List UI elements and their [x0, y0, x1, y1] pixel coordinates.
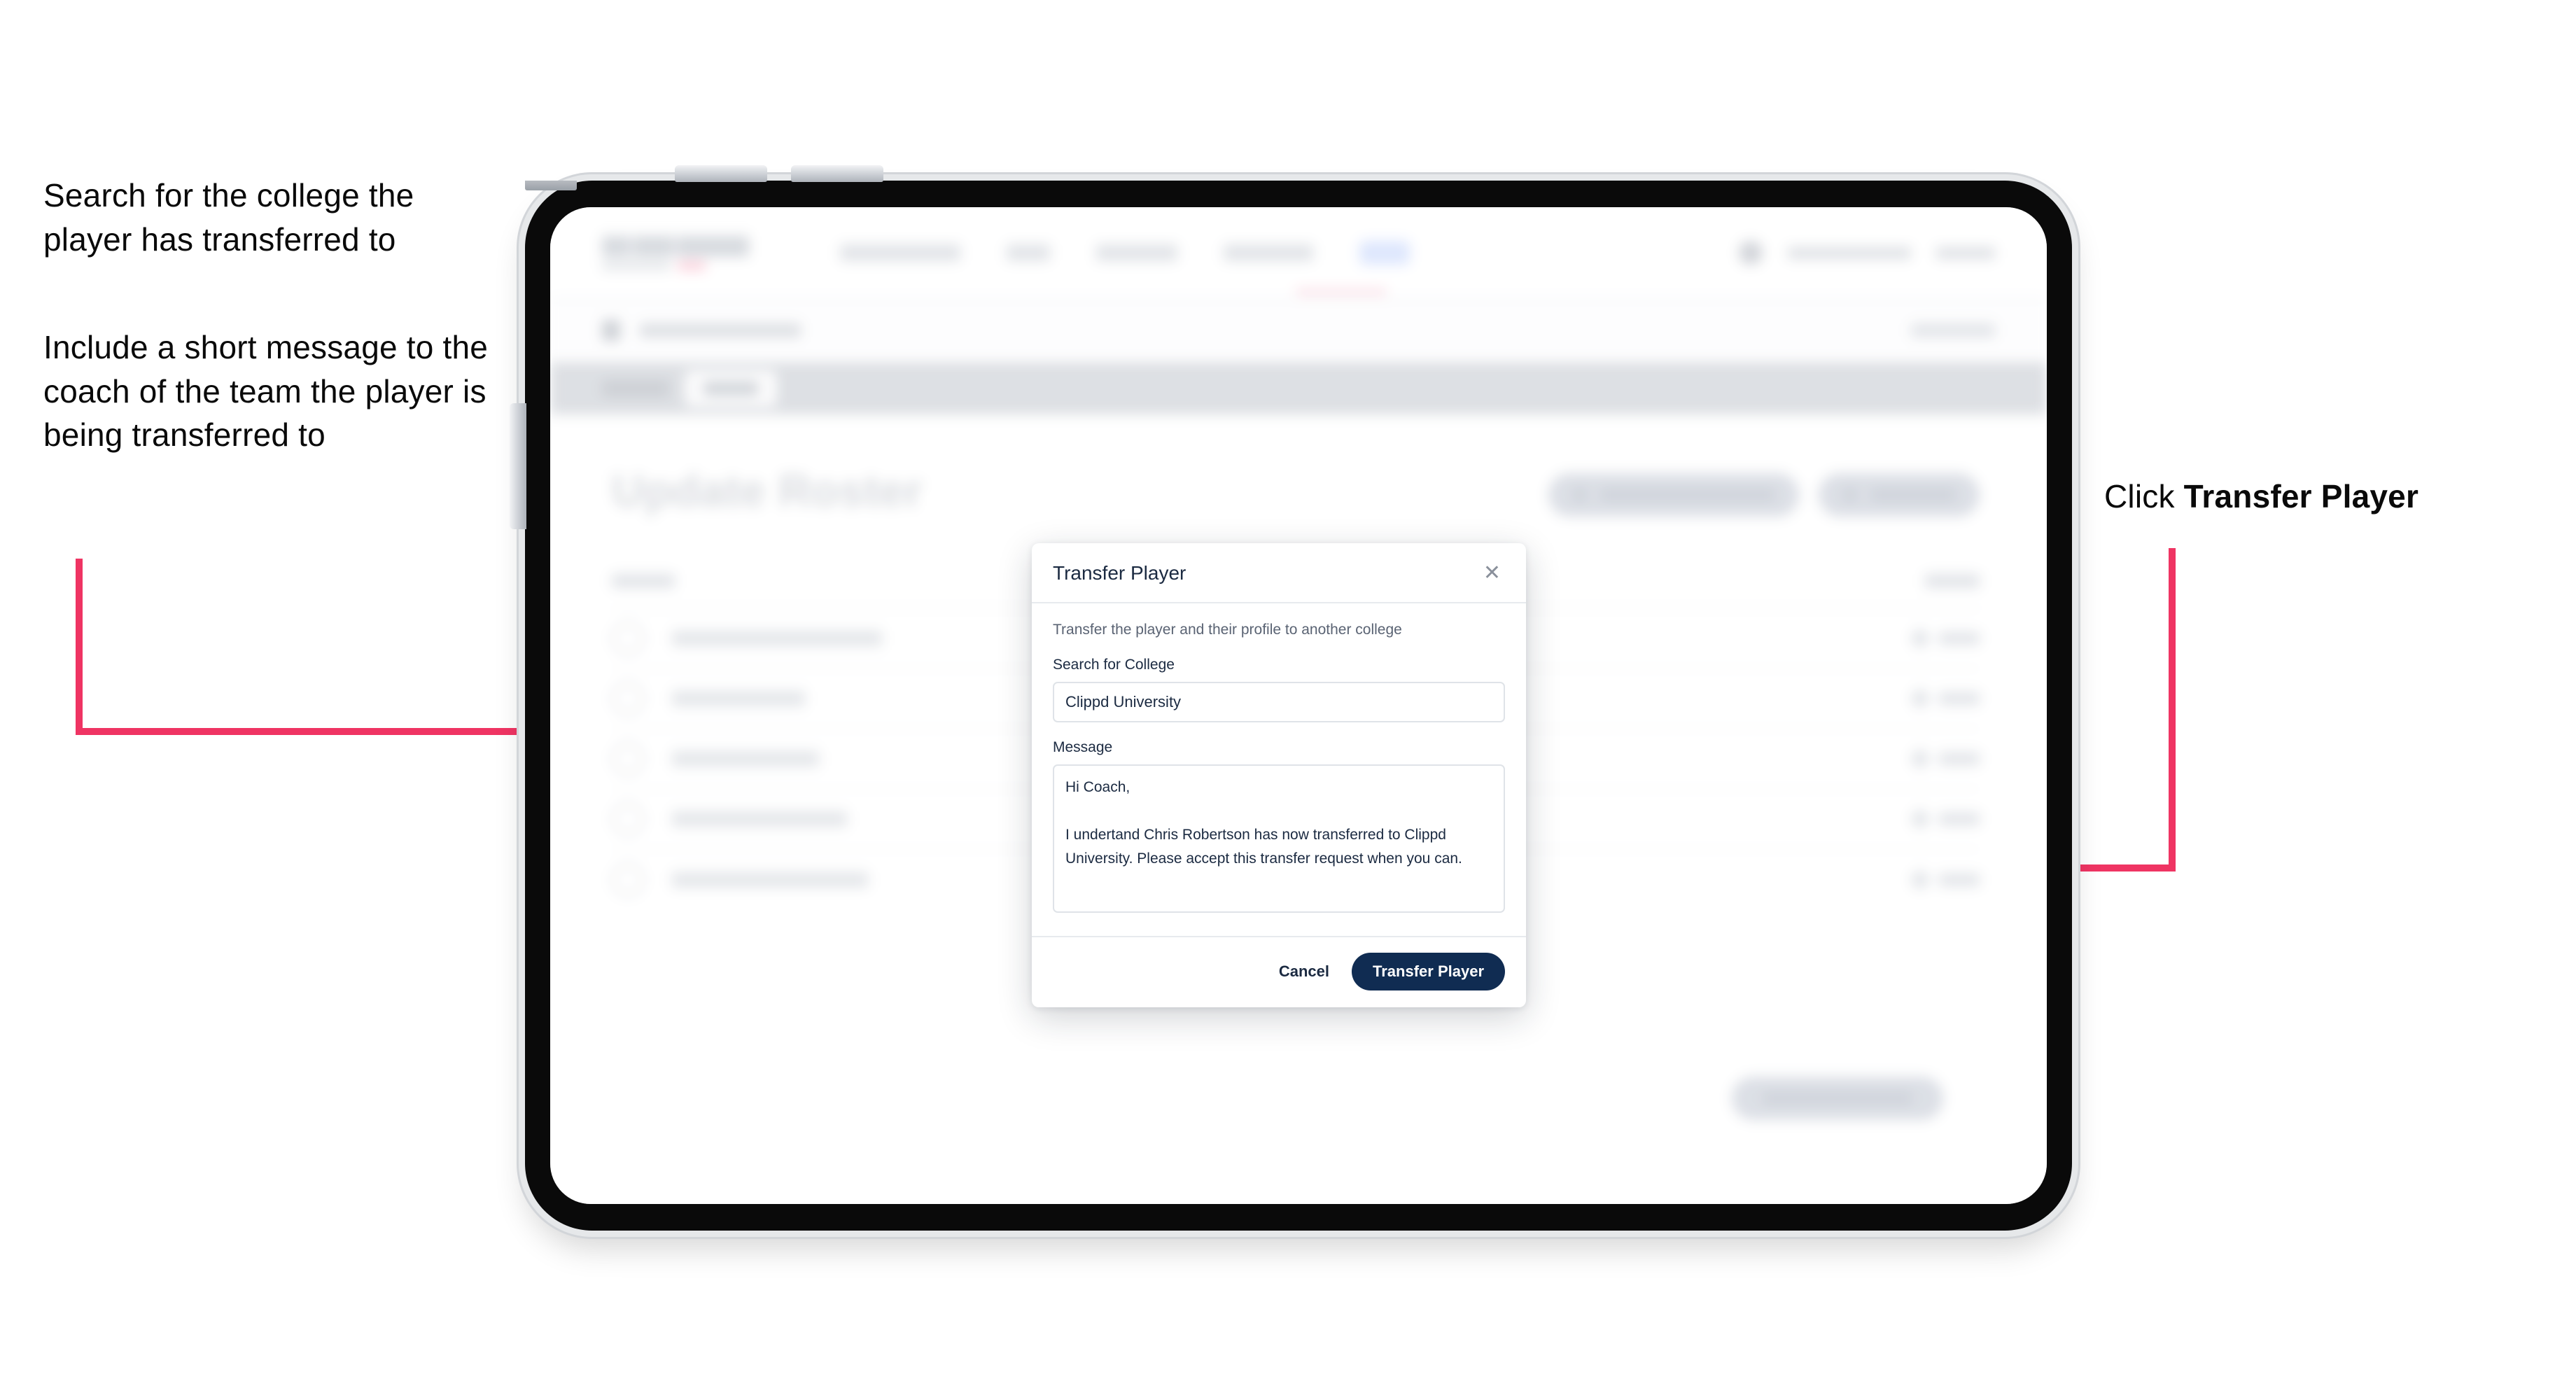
annotation-include-message: Include a short message to the coach of …	[43, 329, 489, 454]
message-textarea[interactable]: Hi Coach, I undertand Chris Robertson ha…	[1053, 764, 1505, 913]
search-college-label: Search for College	[1053, 657, 1175, 673]
modal-subtitle: Transfer the player and their profile to…	[1053, 622, 1402, 638]
close-icon[interactable]: ✕	[1479, 561, 1505, 585]
volume-up-button[interactable]	[675, 165, 767, 182]
cancel-button[interactable]: Cancel	[1275, 955, 1334, 988]
power-button[interactable]	[510, 403, 526, 529]
modal-header: Transfer Player ✕	[1032, 543, 1526, 603]
annotation-click-target: Transfer Player	[2183, 478, 2419, 514]
modal-footer: Cancel Transfer Player	[1032, 936, 1526, 1007]
tablet-device-frame: Update Roster Transfer Player ✕ Transfer…	[510, 165, 2072, 1231]
search-college-input[interactable]	[1053, 682, 1505, 722]
annotation-click-prefix: Click	[2104, 478, 2184, 514]
annotation-click-transfer-player: Click Transfer Player	[2104, 475, 2552, 519]
transfer-player-button[interactable]: Transfer Player	[1352, 953, 1505, 990]
volume-down-button[interactable]	[791, 165, 883, 182]
annotation-search-college: Search for the college the player has tr…	[43, 177, 414, 258]
bottom-connector-port	[525, 181, 577, 190]
modal-body: Transfer the player and their profile to…	[1032, 603, 1526, 936]
modal-title: Transfer Player	[1053, 562, 1186, 584]
tablet-screen: Update Roster Transfer Player ✕ Transfer…	[550, 207, 2047, 1204]
annotation-line-left-vertical	[76, 559, 83, 735]
transfer-player-modal: Transfer Player ✕ Transfer the player an…	[1032, 543, 1526, 1007]
message-label: Message	[1053, 739, 1113, 755]
screenshot-canvas: Search for the college the player has tr…	[0, 0, 2576, 1386]
annotation-line-right-vertical	[2169, 548, 2176, 872]
